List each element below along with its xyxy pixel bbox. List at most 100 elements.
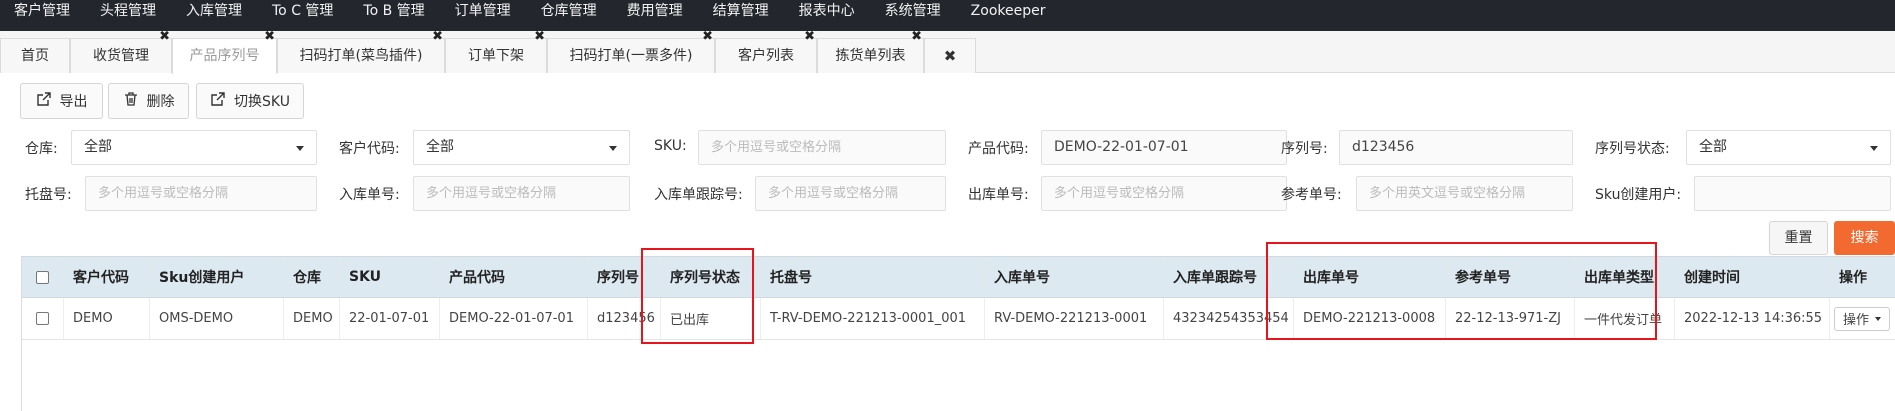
highlight-outbound-info (1266, 242, 1657, 340)
tab-home[interactable]: 首页 (0, 38, 70, 73)
nav-inbound[interactable]: 入库管理 (171, 0, 257, 31)
tab-label: 订单下架 (468, 48, 524, 64)
cell-created-at: 2022-12-13 14:36:55 (1675, 298, 1830, 339)
export-label: 导出 (59, 94, 88, 110)
inbound-no-placeholder: 多个用逗号或空格分隔 (426, 186, 557, 201)
close-icon[interactable]: ✖ (804, 30, 815, 44)
header-sku[interactable]: SKU (340, 257, 440, 297)
product-code-input[interactable]: DEMO-22-01-07-01 (1041, 130, 1287, 165)
tab-label: 收货管理 (93, 48, 149, 64)
customer-code-label: 客户代码: (339, 141, 400, 157)
cell-inbound-no: RV-DEMO-221213-0001 (985, 298, 1164, 339)
nav-reports[interactable]: 报表中心 (784, 0, 870, 31)
serial-no-input[interactable]: d123456 (1339, 130, 1573, 165)
header-inbound-no[interactable]: 入库单号 (985, 257, 1164, 297)
sku-creator-input[interactable] (1694, 176, 1891, 211)
nav-orders[interactable]: 订单管理 (440, 0, 526, 31)
inbound-no-input[interactable]: 多个用逗号或空格分隔 (413, 176, 630, 211)
chevron-down-icon (296, 146, 304, 151)
close-icon[interactable]: ✖ (264, 30, 275, 44)
close-icon[interactable]: ✖ (534, 30, 545, 44)
tab-customer-list[interactable]: 客户列表 ✖ (715, 30, 817, 73)
serial-no-label: 序列号: (1281, 141, 1328, 157)
tab-order-offshelf[interactable]: 订单下架 ✖ (445, 30, 547, 73)
tab-label: 产品序列号 (189, 48, 260, 64)
outbound-no-placeholder: 多个用逗号或空格分隔 (1054, 186, 1185, 201)
nav-first-leg[interactable]: 头程管理 (85, 0, 171, 31)
sku-placeholder: 多个用逗号或空格分隔 (711, 140, 842, 155)
cell-sku: 22-01-07-01 (340, 298, 440, 339)
serial-no-value: d123456 (1352, 139, 1415, 155)
tab-scan-print-multi[interactable]: 扫码打单(一票多件) ✖ (547, 30, 715, 73)
nav-warehouse[interactable]: 仓库管理 (526, 0, 612, 31)
tab-picking-list[interactable]: 拣货单列表 ✖ (817, 30, 924, 73)
serial-status-value: 全部 (1699, 139, 1727, 155)
warehouse-select[interactable]: 全部 (71, 130, 317, 165)
export-button[interactable]: 导出 (20, 83, 103, 119)
header-select-all[interactable] (22, 257, 64, 297)
chevron-down-icon (1875, 316, 1882, 321)
close-icon[interactable]: ✖ (702, 30, 713, 44)
close-all-tabs-icon[interactable]: ✖ (924, 38, 976, 73)
nav-zookeeper[interactable]: Zookeeper (956, 0, 1061, 31)
product-code-label: 产品代码: (968, 141, 1029, 157)
inbound-no-label: 入库单号: (339, 187, 400, 203)
tab-label: 首页 (21, 48, 49, 64)
sku-label: SKU: (654, 138, 687, 154)
external-link-icon (210, 91, 226, 111)
outbound-no-input[interactable]: 多个用逗号或空格分隔 (1041, 176, 1287, 211)
header-customer-code[interactable]: 客户代码 (64, 257, 150, 297)
inbound-tracking-input[interactable]: 多个用逗号或空格分隔 (755, 176, 946, 211)
pallet-no-input[interactable]: 多个用逗号或空格分隔 (85, 176, 317, 211)
export-icon (36, 91, 52, 111)
nav-fees[interactable]: 费用管理 (612, 0, 698, 31)
tab-receiving[interactable]: 收货管理 ✖ (70, 30, 172, 73)
search-button[interactable]: 搜索 (1834, 221, 1895, 255)
nav-settlement[interactable]: 结算管理 (698, 0, 784, 31)
tab-product-serial[interactable]: 产品序列号 ✖ (172, 30, 277, 74)
cell-customer-code: DEMO (64, 298, 150, 339)
tab-scan-print-cainiao[interactable]: 扫码打单(菜鸟插件) ✖ (277, 30, 445, 73)
header-product-code[interactable]: 产品代码 (440, 257, 588, 297)
checkbox[interactable] (36, 270, 49, 284)
nav-to-b[interactable]: To B 管理 (348, 0, 439, 31)
cell-pallet-no: T-RV-DEMO-221213-0001_001 (761, 298, 985, 339)
nav-customer[interactable]: 客户管理 (0, 0, 85, 31)
nav-to-c[interactable]: To C 管理 (257, 0, 348, 31)
sku-input[interactable]: 多个用逗号或空格分隔 (698, 130, 946, 165)
highlight-serial-status (641, 248, 754, 344)
tab-label: 扫码打单(一票多件) (569, 48, 693, 64)
tab-bar: 首页 收货管理 ✖ 产品序列号 ✖ 扫码打单(菜鸟插件) ✖ 订单下架 ✖ 扫码打单(一… (0, 30, 1895, 74)
reset-button[interactable]: 重置 (1769, 221, 1828, 255)
delete-label: 删除 (146, 94, 175, 110)
delete-button[interactable]: 删除 (108, 83, 189, 119)
header-created-at[interactable]: 创建时间 (1675, 257, 1830, 297)
pallet-no-placeholder: 多个用逗号或空格分隔 (98, 186, 229, 201)
switch-sku-button[interactable]: 切换SKU (196, 83, 304, 119)
close-icon[interactable]: ✖ (159, 30, 170, 44)
close-icon[interactable]: ✖ (432, 30, 443, 44)
trash-icon (123, 91, 139, 111)
nav-system[interactable]: 系统管理 (870, 0, 956, 31)
serial-status-label: 序列号状态: (1595, 141, 1670, 157)
reference-no-input[interactable]: 多个用英文逗号或空格分隔 (1356, 176, 1573, 211)
chevron-down-icon (609, 146, 617, 151)
warehouse-label: 仓库: (25, 141, 58, 157)
header-warehouse[interactable]: 仓库 (284, 257, 340, 297)
cell-product-code: DEMO-22-01-07-01 (440, 298, 588, 339)
row-select[interactable] (22, 298, 64, 339)
inbound-tracking-placeholder: 多个用逗号或空格分隔 (768, 186, 899, 201)
sku-creator-label: Sku创建用户: (1595, 187, 1682, 203)
cell-warehouse: DEMO (284, 298, 340, 339)
checkbox[interactable] (36, 312, 49, 325)
header-sku-creator[interactable]: Sku创建用户 (150, 257, 284, 297)
reference-no-label: 参考单号: (1281, 187, 1342, 203)
row-actions-dropdown[interactable]: 操作 (1834, 306, 1891, 331)
customer-code-select[interactable]: 全部 (413, 130, 630, 165)
switch-sku-label: 切换SKU (234, 94, 290, 110)
header-pallet-no[interactable]: 托盘号 (761, 257, 985, 297)
close-icon[interactable]: ✖ (911, 30, 922, 44)
row-actions-label: 操作 (1843, 313, 1870, 328)
serial-status-select[interactable]: 全部 (1686, 130, 1891, 165)
warehouse-value: 全部 (84, 139, 112, 155)
